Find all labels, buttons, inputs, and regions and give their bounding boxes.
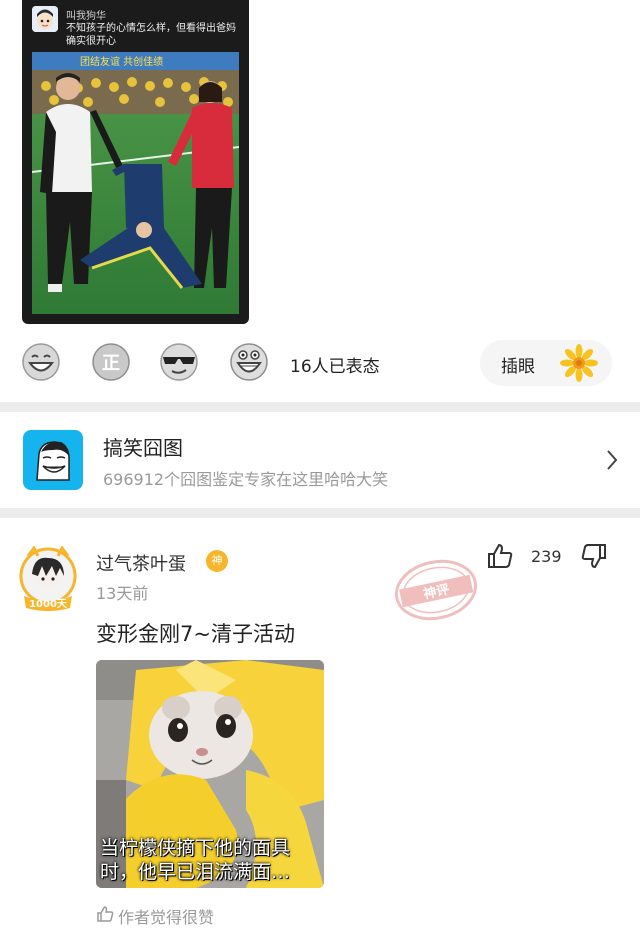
comment-timestamp: 13天前 xyxy=(96,584,149,603)
post-image[interactable]: 叫我狗华 不知孩子的心情怎么样，但看得出爸妈确实很开心 团结友谊 共创佳绩 xyxy=(22,0,249,324)
stamp-icon: 神评 xyxy=(394,559,478,621)
comment-username[interactable]: 过气茶叶蛋 xyxy=(96,550,186,576)
meme-photo: 团结友谊 共创佳绩 xyxy=(32,52,239,314)
status-badge: 神 xyxy=(206,550,228,572)
avatar[interactable]: 1000天 xyxy=(18,545,78,612)
comment-image-caption: 当柠檬侠摘下他的面具时，他早已泪流满面… xyxy=(100,837,291,883)
section-divider xyxy=(0,402,640,412)
laughing-icon[interactable] xyxy=(229,342,269,382)
meme-avatar xyxy=(32,6,58,32)
thumbs-up-icon[interactable] xyxy=(486,542,514,570)
flower-icon xyxy=(560,344,598,382)
stick-button-label: 插眼 xyxy=(501,357,535,377)
comment-image[interactable]: 当柠檬侠摘下他的面具时，他早已泪流满面… xyxy=(96,660,324,888)
group-logo xyxy=(23,430,83,490)
reactions-bar: 正 16人已表态 插眼 xyxy=(0,336,640,392)
meme-caption: 不知孩子的心情怎么样，但看得出爸妈确实很开心 xyxy=(66,23,236,47)
stick-button[interactable]: 插眼 xyxy=(480,340,612,386)
grin-icon[interactable] xyxy=(21,342,61,382)
group-description: 696912个囧图鉴定专家在这里哈哈大笑 xyxy=(103,470,389,489)
group-name[interactable]: 搞笑囧图 xyxy=(103,432,183,461)
like-count: 239 xyxy=(531,547,562,566)
meme-poster-name: 叫我狗华 xyxy=(66,11,106,22)
thumbs-down-icon[interactable] xyxy=(580,542,608,570)
meme-banner: 团结友谊 共创佳绩 xyxy=(80,55,163,68)
sunglasses-icon[interactable] xyxy=(159,342,199,382)
thumbs-up-small-icon xyxy=(97,906,114,922)
meme-header: 叫我狗华 不知孩子的心情怎么样，但看得出爸妈确实很开心 xyxy=(32,6,242,50)
group-row[interactable]: 搞笑囧图 696912个囧图鉴定专家在这里哈哈大笑 xyxy=(0,414,640,506)
chevron-right-icon[interactable] xyxy=(604,447,620,473)
reaction-count: 16人已表态 xyxy=(290,357,380,377)
svg-text:正: 正 xyxy=(102,353,120,374)
section-divider xyxy=(0,508,640,518)
comment: 1000天 过气茶叶蛋 神 13天前 神评 239 变形金刚7~清子活动 当柠檬… xyxy=(0,526,640,930)
zheng-icon[interactable]: 正 xyxy=(91,342,131,382)
comment-text: 变形金刚7~清子活动 xyxy=(96,622,295,646)
avatar-days-label: 1000天 xyxy=(29,598,68,610)
author-liked-label: 作者觉得很赞 xyxy=(118,908,215,927)
